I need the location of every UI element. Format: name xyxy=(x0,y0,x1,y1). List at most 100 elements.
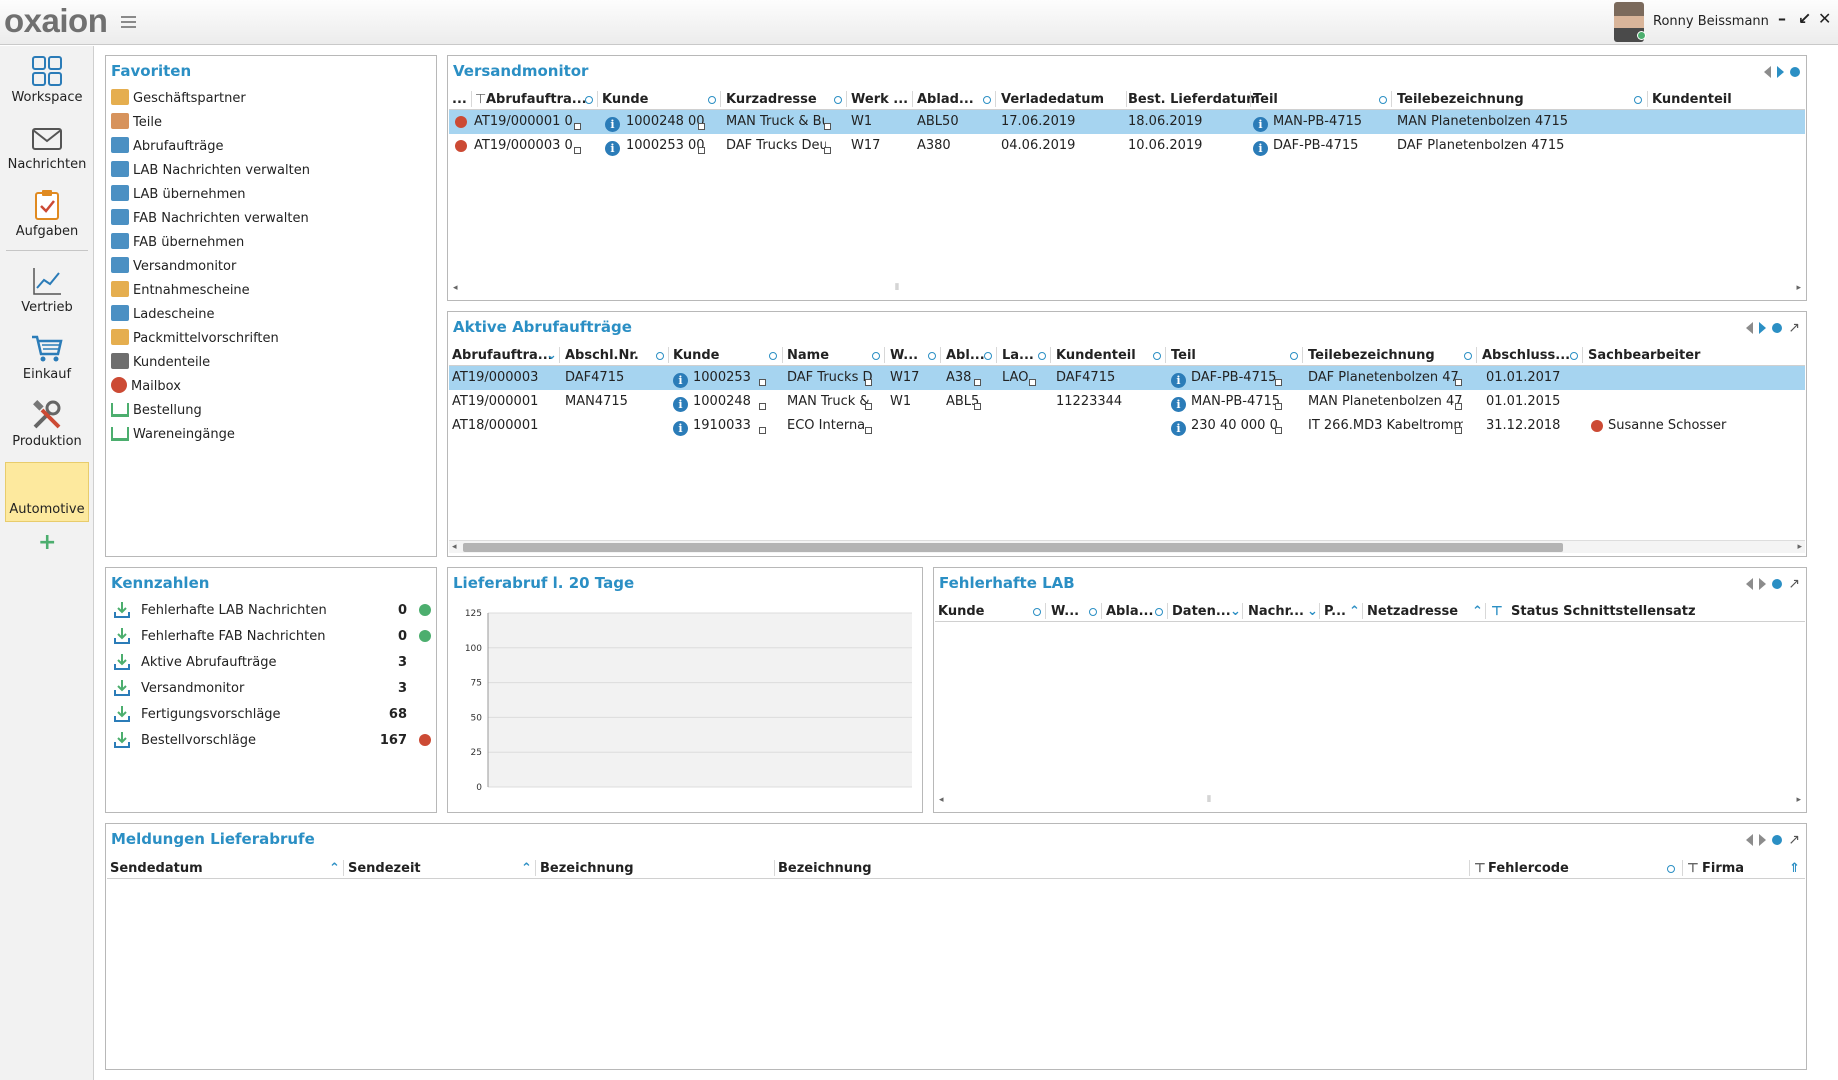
lookup-icon[interactable] xyxy=(698,123,705,130)
expand-icon[interactable]: ↗ xyxy=(1788,833,1800,847)
lookup-icon[interactable] xyxy=(865,427,872,434)
favorite-item[interactable]: Ladescheine xyxy=(111,304,214,326)
sort-desc-icon[interactable]: ⌄ xyxy=(546,348,557,363)
column-header[interactable]: P... xyxy=(1324,604,1346,619)
status-dot-icon[interactable] xyxy=(1772,322,1783,333)
favorite-item[interactable]: LAB übernehmen xyxy=(111,184,245,206)
column-header[interactable]: Abrufauftra... xyxy=(486,92,587,107)
favorite-item[interactable]: Teile xyxy=(111,112,162,134)
lookup-icon[interactable] xyxy=(759,427,766,434)
kpi-item[interactable]: Fehlerhafte LAB Nachrichten 0 xyxy=(111,598,431,624)
lookup-icon[interactable] xyxy=(824,147,831,154)
favorite-item[interactable]: Mailbox xyxy=(111,376,181,398)
filter-icon[interactable]: ⊤ xyxy=(1474,861,1486,876)
favorite-item[interactable]: Geschäftspartner xyxy=(111,88,246,110)
column-header[interactable]: Abrufauftra... xyxy=(452,348,553,363)
info-icon[interactable]: i xyxy=(1253,139,1268,156)
column-header[interactable]: Abschl.Nr. xyxy=(565,348,639,363)
next-icon[interactable] xyxy=(1759,321,1767,334)
column-header[interactable]: Teil xyxy=(1171,348,1196,363)
status-dot-icon[interactable] xyxy=(1790,66,1800,77)
filter-icon[interactable]: ⊤ xyxy=(1687,861,1699,876)
lookup-icon[interactable] xyxy=(1455,403,1462,410)
kpi-item[interactable]: Fertigungsvorschläge 68 xyxy=(111,702,431,728)
kpi-item[interactable]: Versandmonitor 3 xyxy=(111,676,431,702)
lookup-icon[interactable] xyxy=(1275,403,1282,410)
favorite-item[interactable]: LAB Nachrichten verwalten xyxy=(111,160,310,182)
column-header[interactable]: Daten... xyxy=(1172,604,1231,619)
favorite-item[interactable]: Versandmonitor xyxy=(111,256,236,278)
column-header[interactable]: Kundenteil xyxy=(1056,348,1136,363)
lookup-icon[interactable] xyxy=(1455,427,1462,434)
column-header[interactable]: Ablad... xyxy=(917,92,974,107)
info-icon[interactable]: i xyxy=(673,395,688,412)
sort-icon[interactable] xyxy=(656,352,664,360)
info-icon[interactable]: i xyxy=(1171,371,1186,388)
nav-nachrichten[interactable]: Nachrichten xyxy=(5,121,89,181)
column-header[interactable]: Sendedatum xyxy=(110,861,203,876)
table-row[interactable]: AT18/000001 1910033 ECO Interna 230 40 000 … xyxy=(449,414,1805,438)
table-row[interactable]: AT19/000003 0 1000253 00 DAF Trucks Deu W17… xyxy=(449,134,1805,158)
sort-asc-icon[interactable]: ⌃ xyxy=(1472,604,1483,619)
column-header[interactable]: Abschluss... xyxy=(1482,348,1570,363)
column-header[interactable]: W... xyxy=(890,348,918,363)
add-nav-icon[interactable]: + xyxy=(38,530,56,555)
previous-icon[interactable] xyxy=(1746,577,1754,590)
expand-icon[interactable]: ↗ xyxy=(1788,577,1800,591)
expand-icon[interactable]: ↗ xyxy=(1788,321,1800,335)
column-header[interactable]: Fehlercode xyxy=(1488,861,1569,876)
sort-icon[interactable] xyxy=(834,96,842,104)
favorite-item[interactable]: Packmittelvorschriften xyxy=(111,328,279,350)
table-row[interactable]: AT19/000001 0 1000248 00 MAN Truck & Bu W1 A… xyxy=(449,110,1805,134)
info-icon[interactable]: i xyxy=(673,419,688,436)
info-icon[interactable]: i xyxy=(1171,419,1186,436)
sort-icon[interactable] xyxy=(928,352,936,360)
minimize-icon[interactable]: – xyxy=(1778,11,1786,27)
info-icon[interactable]: i xyxy=(1171,395,1186,412)
info-icon[interactable]: i xyxy=(673,371,688,388)
lookup-icon[interactable] xyxy=(865,379,872,386)
table-row[interactable]: AT19/000003 DAF4715 1000253 DAF Trucks D W17… xyxy=(449,366,1805,390)
lookup-icon[interactable] xyxy=(574,123,581,130)
lookup-icon[interactable] xyxy=(574,147,581,154)
previous-icon[interactable] xyxy=(1764,65,1771,78)
favorite-item[interactable]: Wareneingänge xyxy=(111,424,235,446)
lookup-icon[interactable] xyxy=(865,403,872,410)
lookup-icon[interactable] xyxy=(1275,379,1282,386)
kpi-item[interactable]: Aktive Abrufaufträge 3 xyxy=(111,650,431,676)
lookup-icon[interactable] xyxy=(1275,427,1282,434)
column-header[interactable]: Kurzadresse xyxy=(726,92,817,107)
sort-desc-icon[interactable]: ⌄ xyxy=(1307,604,1318,619)
lookup-icon[interactable] xyxy=(824,123,831,130)
sort-asc-icon[interactable]: ⌃ xyxy=(1349,604,1360,619)
column-header[interactable]: Nachr... xyxy=(1248,604,1304,619)
column-header[interactable]: Abla... xyxy=(1106,604,1153,619)
sort-asc-icon[interactable]: ⌃ xyxy=(329,861,340,876)
favorite-item[interactable]: Kundenteile xyxy=(111,352,210,374)
kpi-item[interactable]: Fehlerhafte FAB Nachrichten 0 xyxy=(111,624,431,650)
versandmonitor-scrollbar[interactable]: ◂ ⦀ ▸ xyxy=(449,282,1805,295)
column-header[interactable]: Bezeichnung xyxy=(540,861,634,876)
nav-automotive[interactable]: Automotive xyxy=(5,462,89,522)
column-header[interactable]: Abl... xyxy=(946,348,985,363)
table-row[interactable]: AT19/000001 MAN4715 1000248 MAN Truck & W1 AB… xyxy=(449,390,1805,414)
next-icon[interactable] xyxy=(1759,577,1767,590)
filter-icon[interactable]: ⊤ xyxy=(1491,604,1503,619)
sort-icon[interactable] xyxy=(1634,96,1642,104)
column-header[interactable]: Status Schnittstellensatz xyxy=(1511,604,1696,619)
column-header[interactable]: W... xyxy=(1051,604,1079,619)
aktive-scrollbar[interactable]: ◂ ▸ xyxy=(449,540,1805,553)
lookup-icon[interactable] xyxy=(759,403,766,410)
sort-icon[interactable] xyxy=(1464,352,1472,360)
sort-icon[interactable] xyxy=(1038,352,1046,360)
kpi-item[interactable]: Bestellvorschläge 167 xyxy=(111,728,431,754)
fehlerhafte-lab-scrollbar[interactable]: ◂ ⦀ ▸ xyxy=(935,794,1805,807)
nav-einkauf[interactable]: Einkauf xyxy=(5,331,89,391)
column-header[interactable]: Sendezeit xyxy=(348,861,421,876)
sort-icon[interactable] xyxy=(872,352,880,360)
favorite-item[interactable]: Entnahmescheine xyxy=(111,280,250,302)
column-header[interactable]: ... xyxy=(452,92,467,107)
sort-desc-icon[interactable]: ⌄ xyxy=(1230,604,1241,619)
sort-icon[interactable] xyxy=(983,96,991,104)
column-header[interactable]: Netzadresse xyxy=(1367,604,1458,619)
